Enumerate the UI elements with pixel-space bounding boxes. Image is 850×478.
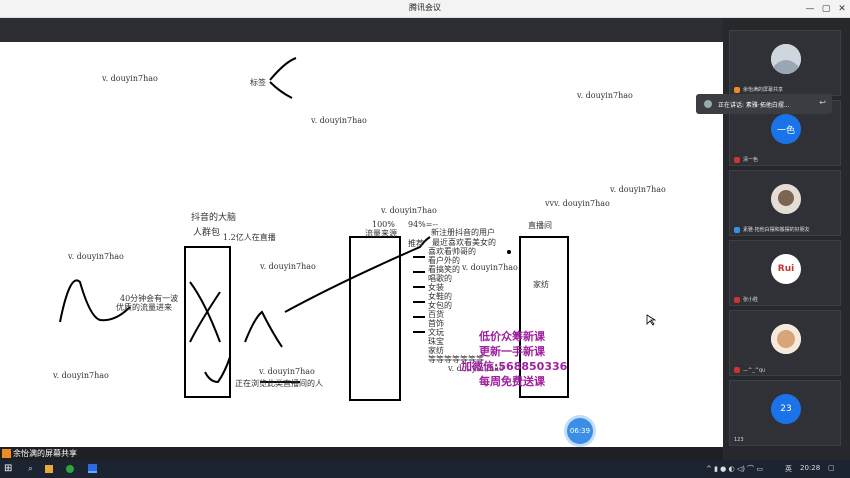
speaking-toast: 正在讲话: 素雅·拓他白摆... ↩ [696,94,832,114]
share-screen-icon [2,449,11,458]
watermark: v. douyin7hao [68,252,124,261]
mic-muted-icon [734,366,740,373]
participant-tile[interactable]: —^_^qu [729,310,841,376]
note-brain: 抖音的大脑 [191,213,237,223]
watermark: v. douyin7hao [462,263,518,272]
avatar [771,44,801,74]
mouse-cursor-icon [646,314,656,326]
participant-tile[interactable]: Rui 张小胜 [729,240,841,306]
restore-button[interactable]: ▢ [818,1,834,17]
window-title: 腾讯会议 [409,3,441,12]
share-icon [734,86,740,93]
promo-line: 加微信:568850336 [461,360,568,373]
participant-name: 123 [734,437,744,443]
mic-icon [734,226,740,233]
clock[interactable]: 20:28 [800,464,820,472]
search-icon[interactable]: ⌕ [25,463,36,474]
promo-line: 更新一手新课 [479,345,545,358]
watermark: v. douyin7hao [610,185,666,194]
handwriting-strokes [59,57,569,401]
meeting-toolbar [0,18,723,42]
note-home2: 家纺 [533,280,549,289]
share-label: 余怡满的屏幕共享 [13,449,77,458]
participant-name: 张小胜 [743,297,759,303]
note-live-room: 直播间 [528,221,552,230]
watermark: v. douyin7hao [259,367,315,376]
note-recommend: 推荐 [408,239,424,248]
minimize-button[interactable]: — [802,1,818,17]
participant-name: 素雅·拓他白摆和搬摆的好朋友 [743,227,810,233]
speaker-icon [704,100,712,108]
promo-line: 每周免费送课 [479,375,545,388]
participant-name: 清一色 [743,157,759,163]
participant-name: —^_^qu [743,367,766,373]
note-crowd: 人群包 [193,228,221,238]
tray-icons[interactable]: ^ ▮ ● ◐ ◁) ⌒ ▭ [706,464,763,474]
watermark: v. douyin7hao [102,74,158,83]
wechat-icon[interactable] [66,465,74,473]
avatar: Rui [771,254,801,284]
participant-tile[interactable]: 素雅·拓他白摆和搬摆的好朋友 [729,170,841,236]
tencent-meeting-icon[interactable] [88,464,97,473]
window-titlebar: 腾讯会议 — ▢ ✕ [0,0,850,18]
watermark: v. douyin7hao [53,371,109,380]
mic-muted-icon [734,156,740,163]
windows-taskbar: ⊞ ⌕ ^ ▮ ● ◐ ◁) ⌒ ▭ 英 20:28 ▢ [0,460,850,478]
screen-share-bar[interactable]: 余怡满的屏幕共享 [0,447,723,460]
watermark: v. douyin7hao [577,91,633,100]
note-live-count: 1.2亿人在直播 [223,233,276,242]
watermark: v. douyin7hao [260,262,316,271]
promo-line: 低价众筹新课 [479,330,545,343]
notification-icon[interactable]: ▢ [828,464,835,472]
meeting-timer[interactable]: 06:39 [567,418,593,444]
participant-tile[interactable]: 23 123 [729,380,841,446]
avatar: 一色 [771,114,801,144]
watermark: vvv. douyin7hao [545,199,610,208]
reply-icon[interactable]: ↩ [819,98,826,107]
note-traffic-source: 流量来源 [365,229,397,238]
watermark: v. douyin7hao [311,116,367,125]
ime-indicator[interactable]: 英 [785,464,792,474]
note-watching: 正在浏览此类直播间的人 [235,379,323,388]
start-button[interactable]: ⊞ [4,463,15,474]
speaking-text: 正在讲话: 素雅·拓他白摆... [718,102,790,109]
watermark: v. douyin7hao [381,206,437,215]
avatar [771,324,801,354]
note-tag: 标签 [250,78,266,87]
participant-tile[interactable]: 余怡满的屏幕共享 [729,30,841,96]
avatar: 23 [771,394,801,424]
avatar [771,184,801,214]
participant-name: 余怡满的屏幕共享 [743,87,784,93]
close-button[interactable]: ✕ [834,1,850,17]
shared-screen-canvas: v. douyin7hao v. douyin7hao v. douyin7ha… [0,42,723,447]
note-flow2: 优质的流量进来 [116,303,172,312]
mic-muted-icon [734,296,740,303]
file-explorer-icon[interactable] [45,465,53,473]
participants-panel: 余怡满的屏幕共享 一色 清一色 素雅·拓他白摆和搬摆的好朋友 Rui 张小胜 —… [723,18,850,460]
